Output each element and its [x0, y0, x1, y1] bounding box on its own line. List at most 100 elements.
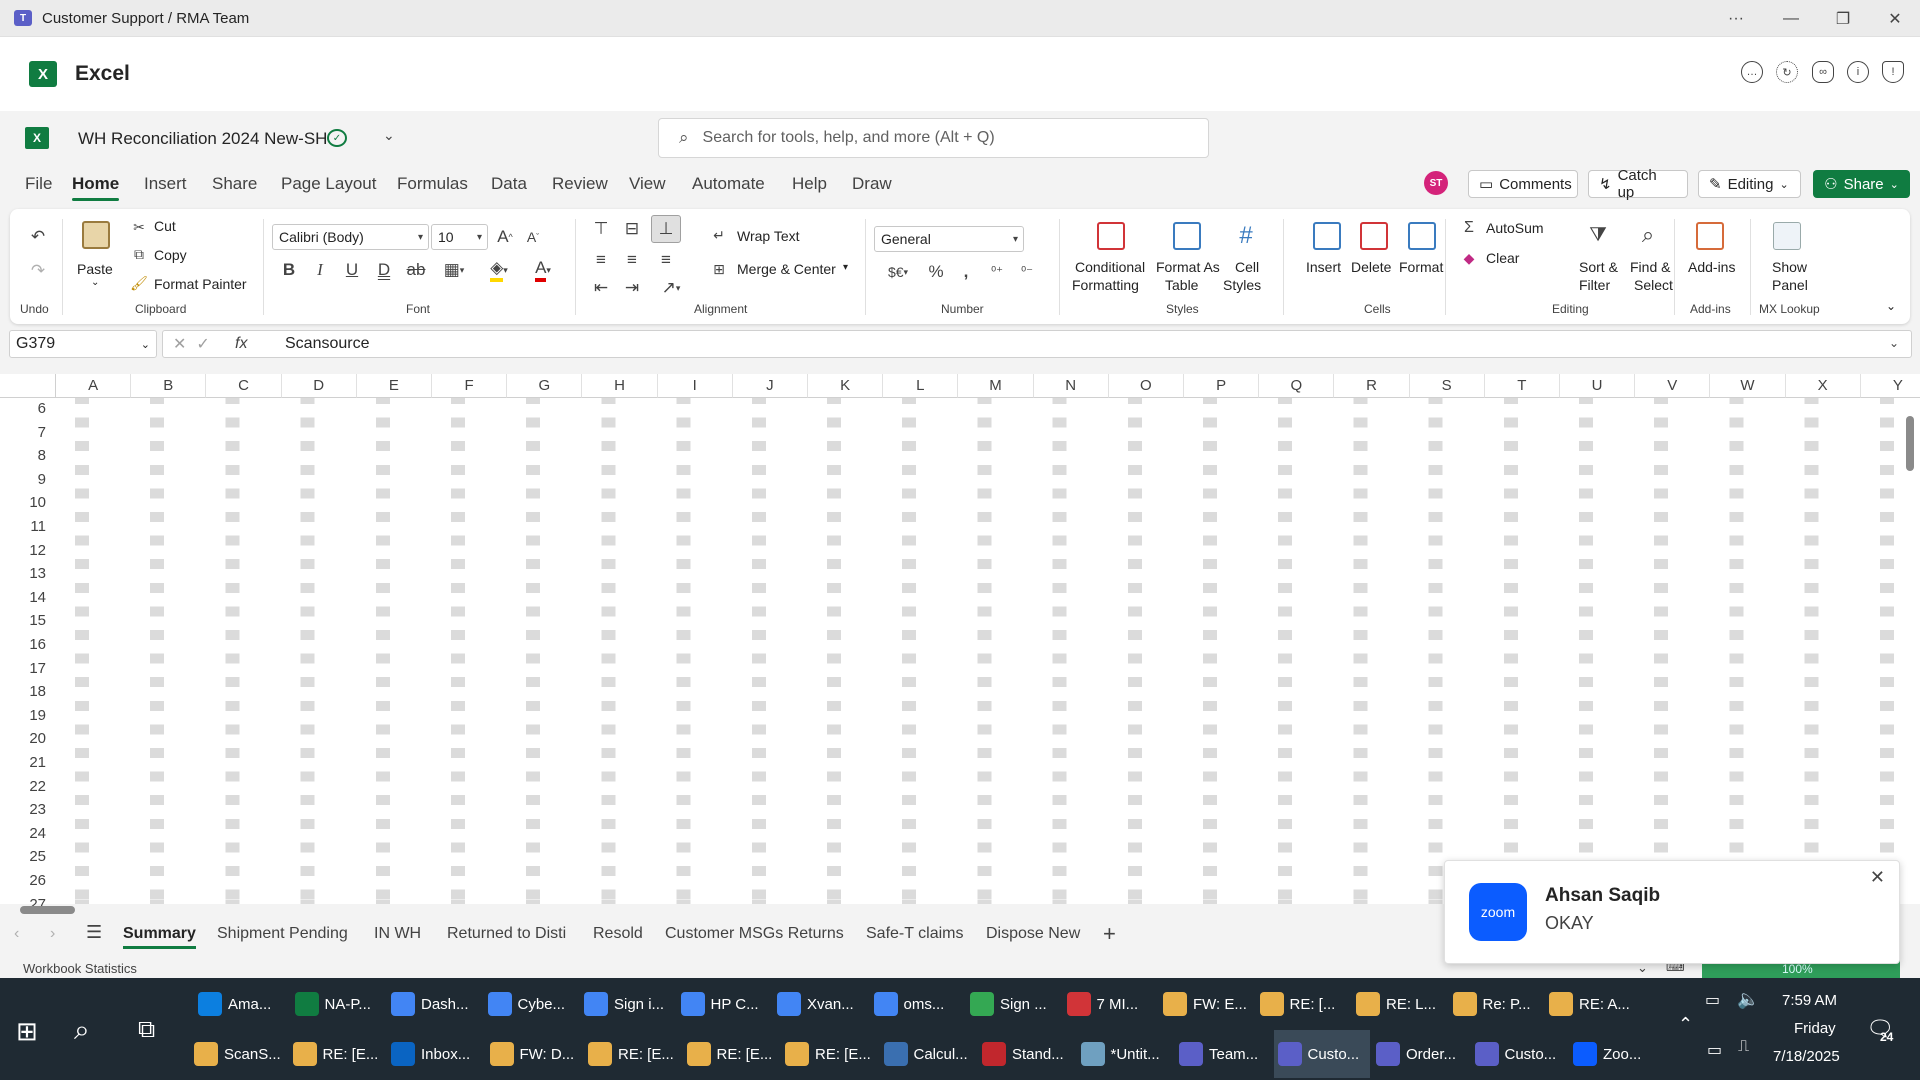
- taskbar-item[interactable]: Inbox...: [387, 1030, 484, 1078]
- refresh-icon[interactable]: ↻: [1776, 61, 1798, 83]
- column-header[interactable]: I: [657, 374, 733, 398]
- clock-date[interactable]: 7/18/2025: [1773, 1048, 1840, 1065]
- row-header[interactable]: 26: [0, 872, 50, 896]
- taskbar-item[interactable]: Stand...: [978, 1030, 1075, 1078]
- sort-filter-label-1[interactable]: Sort &: [1579, 259, 1618, 275]
- conditional-formatting-label-1[interactable]: Conditional: [1075, 259, 1145, 275]
- add-ins-button[interactable]: Add-ins: [1688, 259, 1735, 275]
- tab-view[interactable]: View: [629, 174, 666, 194]
- taskbar-item[interactable]: HP C...: [677, 980, 772, 1028]
- cut-button[interactable]: Cut: [154, 218, 176, 234]
- scroll-thumb[interactable]: [1906, 416, 1914, 471]
- cell-styles-label-2[interactable]: Styles: [1223, 277, 1261, 293]
- taskbar-item[interactable]: Zoo...: [1569, 1030, 1666, 1078]
- bold-icon[interactable]: B: [278, 259, 300, 281]
- close-icon[interactable]: ✕: [1870, 867, 1885, 888]
- spreadsheet-grid[interactable]: ABCDEFGHIJKLMNOPQRSTUVWXY 6 7 8 9 10 11 12 13 14…: [0, 374, 1920, 913]
- tab-automate[interactable]: Automate: [692, 174, 765, 194]
- underline-icon[interactable]: U: [341, 259, 363, 281]
- row-header[interactable]: 9: [0, 471, 50, 495]
- column-header[interactable]: P: [1184, 374, 1260, 398]
- show-panel-label-2[interactable]: Panel: [1772, 277, 1808, 293]
- borders-icon[interactable]: ▦ ▾: [437, 259, 471, 281]
- row-header[interactable]: 21: [0, 754, 50, 778]
- delete-cells-button[interactable]: Delete: [1351, 259, 1391, 275]
- row-header[interactable]: 11: [0, 518, 50, 542]
- vertical-scrollbar[interactable]: [1906, 394, 1914, 894]
- row-header[interactable]: 10: [0, 494, 50, 518]
- restore-button[interactable]: ❐: [1820, 0, 1866, 37]
- row-header[interactable]: 8: [0, 447, 50, 471]
- taskbar-item[interactable]: RE: L...: [1352, 980, 1447, 1028]
- format-cells-icon[interactable]: [1408, 222, 1436, 250]
- column-header[interactable]: S: [1409, 374, 1485, 398]
- taskbar-item[interactable]: FW: E...: [1159, 980, 1254, 1028]
- minimize-button[interactable]: —: [1768, 0, 1814, 37]
- share-button[interactable]: ⚇ Share ⌄: [1813, 170, 1910, 198]
- tab-help[interactable]: Help: [792, 174, 827, 194]
- format-cells-button[interactable]: Format: [1399, 259, 1443, 275]
- tab-data[interactable]: Data: [491, 174, 527, 194]
- taskbar-item[interactable]: RE: A...: [1545, 980, 1640, 1028]
- taskbar-item[interactable]: RE: [E...: [683, 1030, 780, 1078]
- column-header[interactable]: A: [56, 374, 132, 398]
- taskbar-item[interactable]: Custo...: [1273, 1030, 1370, 1078]
- taskbar-item[interactable]: *Untit...: [1077, 1030, 1174, 1078]
- add-ins-icon[interactable]: [1696, 222, 1724, 250]
- paste-label[interactable]: Paste: [77, 261, 113, 277]
- column-header[interactable]: T: [1484, 374, 1560, 398]
- fill-color-icon[interactable]: ◈ ▾: [482, 258, 516, 282]
- user-avatar[interactable]: ST: [1424, 171, 1448, 195]
- merge-center-button[interactable]: Merge & Center: [737, 261, 836, 277]
- column-header[interactable]: D: [281, 374, 357, 398]
- sheet-tab-shipment-pending[interactable]: Shipment Pending: [217, 925, 348, 943]
- network-icon[interactable]: ⎍: [1738, 1038, 1749, 1056]
- column-header[interactable]: H: [582, 374, 658, 398]
- clear-button[interactable]: Clear: [1486, 250, 1519, 266]
- insert-cells-icon[interactable]: [1313, 222, 1341, 250]
- delete-cells-icon[interactable]: [1360, 222, 1388, 250]
- row-header[interactable]: 25: [0, 848, 50, 872]
- column-header[interactable]: O: [1108, 374, 1184, 398]
- sheet-tab-resold[interactable]: Resold: [593, 925, 643, 943]
- row-header[interactable]: 13: [0, 565, 50, 589]
- increase-indent-icon[interactable]: ⇥: [621, 277, 643, 299]
- volume-icon[interactable]: 🔈: [1737, 989, 1759, 1010]
- fx-label[interactable]: fx: [235, 335, 247, 353]
- find-select-label-1[interactable]: Find &: [1630, 259, 1670, 275]
- zoom-notification[interactable]: zoom Ahsan Saqib OKAY ✕: [1444, 860, 1900, 964]
- row-header[interactable]: 14: [0, 589, 50, 613]
- catch-up-button[interactable]: ↯ Catch up: [1588, 167, 1688, 201]
- link-icon[interactable]: ∞: [1812, 61, 1834, 83]
- document-name[interactable]: WH Reconciliation 2024 New-SH: [78, 129, 327, 149]
- percent-icon[interactable]: %: [925, 261, 947, 283]
- formula-content[interactable]: Scansource: [285, 335, 370, 353]
- chevron-down-icon[interactable]: ▾: [843, 262, 848, 273]
- prev-sheet-icon[interactable]: ‹: [14, 925, 19, 943]
- row-header[interactable]: 16: [0, 636, 50, 660]
- row-header[interactable]: 7: [0, 424, 50, 448]
- tab-review[interactable]: Review: [552, 174, 608, 194]
- taskbar-item[interactable]: Ama...: [194, 980, 289, 1028]
- sort-filter-icon[interactable]: ⧩: [1584, 221, 1612, 249]
- sheet-tab-safe-t-claims[interactable]: Safe-T claims: [866, 925, 964, 943]
- column-header[interactable]: N: [1033, 374, 1109, 398]
- taskbar-item[interactable]: ScanS...: [190, 1030, 287, 1078]
- show-panel-icon[interactable]: [1773, 222, 1801, 250]
- tab-home[interactable]: Home: [72, 174, 120, 201]
- next-sheet-icon[interactable]: ›: [50, 925, 55, 943]
- format-as-table-icon[interactable]: [1173, 222, 1201, 250]
- cell-styles-icon[interactable]: #: [1232, 222, 1260, 250]
- taskbar-item[interactable]: Custo...: [1471, 1030, 1568, 1078]
- sheet-tab-dispose-new[interactable]: Dispose New: [986, 925, 1080, 943]
- row-header[interactable]: 20: [0, 730, 50, 754]
- align-right-icon[interactable]: ≡: [655, 249, 677, 271]
- show-panel-label-1[interactable]: Show: [1772, 259, 1807, 275]
- row-header[interactable]: 12: [0, 542, 50, 566]
- autosum-button[interactable]: AutoSum: [1486, 220, 1544, 236]
- increase-decimal-icon[interactable]: ⁰⁺: [986, 261, 1008, 283]
- cell-styles-label-1[interactable]: Cell: [1235, 259, 1259, 275]
- font-name-select[interactable]: Calibri (Body) ▾: [272, 224, 429, 250]
- strikethrough-icon[interactable]: ab: [405, 259, 427, 281]
- taskbar-item[interactable]: 7 MI...: [1063, 980, 1158, 1028]
